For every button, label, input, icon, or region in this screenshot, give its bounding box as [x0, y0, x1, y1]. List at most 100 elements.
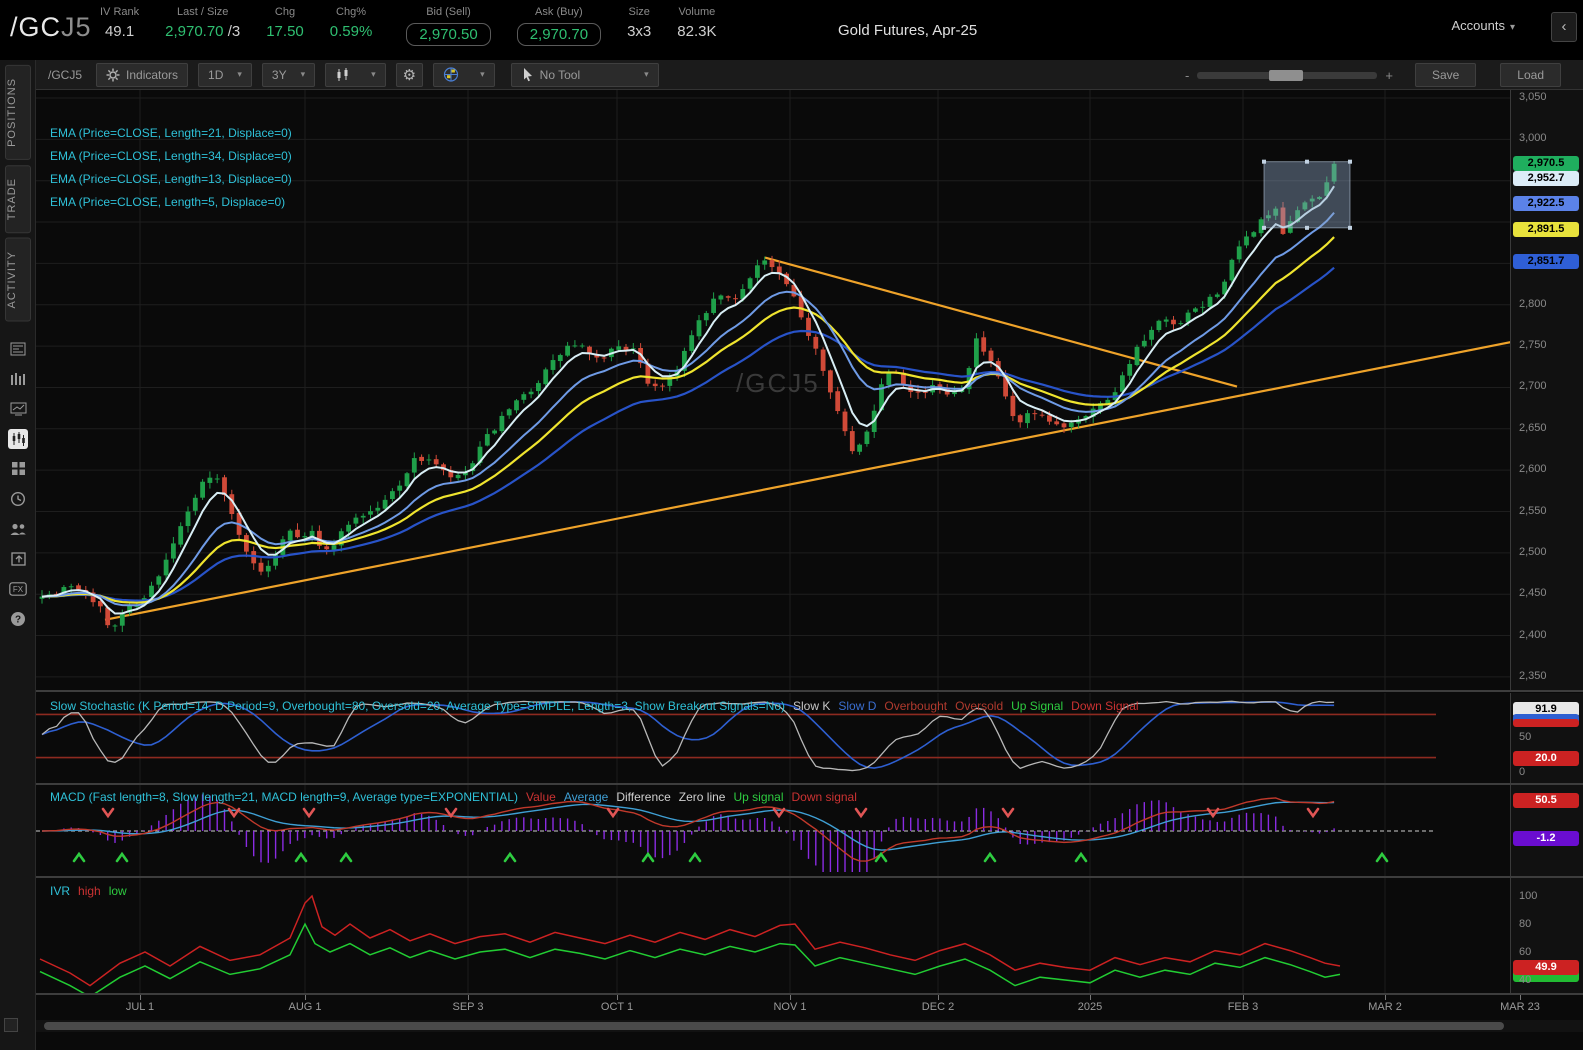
time-axis-label: SEP 3 — [452, 1001, 484, 1013]
price-tick: 3,000 — [1519, 132, 1547, 145]
collapse-panel-button[interactable]: ‹ — [1551, 12, 1577, 42]
field-value: 0.59% — [329, 23, 373, 40]
chevron-down-icon: ▾ — [644, 69, 649, 79]
calendar-icon[interactable] — [0, 544, 36, 574]
time-tick — [617, 995, 618, 1000]
field-label: IV Rank — [100, 6, 140, 18]
watchlist-icon[interactable] — [0, 364, 36, 394]
chevron-down-icon: ▾ — [371, 69, 376, 79]
field-value[interactable]: 2,970.50 — [406, 23, 491, 46]
price-tick: 2,400 — [1519, 628, 1547, 641]
time-axis-label: MAR 23 — [1500, 1001, 1540, 1013]
monitor-icon[interactable] — [0, 394, 36, 424]
horizontal-scrollbar[interactable] — [36, 1020, 1583, 1032]
overbought-badge — [1513, 719, 1579, 727]
scrollbar-corner-button[interactable] — [4, 1018, 18, 1032]
chart-area: /GCJ5 Indicators 1D ▾ 3Y ▾ ▾ ⚙ ▾ No Tool ▾… — [4, 60, 1583, 1050]
legend-item: Difference — [616, 790, 671, 804]
legend-item: high — [78, 884, 101, 898]
scrollbar-handle[interactable] — [44, 1022, 1504, 1030]
quote-field-ask-buy-: Ask (Buy) 2,970.70 — [516, 6, 602, 46]
field-label: Chg% — [336, 6, 367, 18]
price-tick: 2,600 — [1519, 463, 1547, 476]
chevron-down-icon: ▾ — [300, 69, 306, 79]
field-label: Bid (Sell) — [426, 6, 471, 18]
stochastic-axis: 91.9 50 20.0 0 — [1510, 693, 1583, 783]
ivr-tick-60: 60 — [1519, 946, 1532, 958]
quote-field-volume: Volume 82.3K — [677, 6, 716, 40]
news-icon[interactable] — [0, 334, 36, 364]
ivr-pane[interactable]: IVR high low — [36, 878, 1510, 993]
toolbar-symbol: /GCJ5 — [48, 67, 83, 82]
quote-field-iv-rank: IV Rank 49.1 — [100, 6, 139, 40]
zoom-in-button[interactable]: + — [1377, 68, 1401, 83]
chart-settings-button[interactable]: ⚙ — [395, 62, 424, 87]
ivr-tick-80: 80 — [1519, 918, 1532, 930]
indicators-button[interactable]: Indicators — [96, 62, 189, 87]
time-axis-label: DEC 2 — [921, 1001, 955, 1013]
time-axis-label: JUL 1 — [125, 1001, 155, 1013]
chart-type-dropdown[interactable]: ▾ — [325, 62, 386, 87]
help-icon[interactable]: ? — [0, 604, 36, 634]
tab-activity[interactable]: ACTIVITY — [4, 238, 31, 322]
price-tick: 2,450 — [1519, 587, 1547, 600]
dashboard-icon[interactable] — [0, 454, 36, 484]
community-icon[interactable] — [0, 514, 36, 544]
last-price-badge: 2,970.5 — [1513, 156, 1579, 172]
macd-header: MACD (Fast length=8, Slow length=21, MAC… — [50, 790, 857, 804]
time-tick — [790, 995, 791, 1000]
range-dropdown[interactable]: 3Y ▾ — [261, 62, 316, 87]
zoom-slider-handle[interactable] — [1269, 69, 1304, 81]
accounts-menu[interactable]: Accounts ▾ — [1451, 18, 1515, 33]
main-price-pane[interactable]: /GCJ5 EMA (Price=CLOSE, Length=21, Displ… — [36, 90, 1510, 690]
time-tick — [938, 995, 939, 1000]
stochastic-pane[interactable]: Slow Stochastic (K Period=14, D Period=9… — [36, 693, 1510, 783]
quote-field-bid-sell-: Bid (Sell) 2,970.50 — [406, 6, 491, 46]
fx-icon[interactable]: FX — [0, 574, 36, 604]
time-axis-label: FEB 3 — [1227, 1001, 1259, 1013]
macd-axis: 50.5 -1.2 — [1510, 785, 1583, 876]
price-tick: 3,050 — [1519, 91, 1547, 103]
svg-text:FX: FX — [13, 585, 24, 594]
zoom-slider[interactable] — [1197, 69, 1378, 81]
legend-item: Value — [526, 790, 556, 804]
timeframe-dropdown[interactable]: 1D ▾ — [198, 62, 252, 87]
field-label: Size — [628, 6, 650, 18]
left-sidebar: POSITIONS TRADE ACTIVITY FX ? — [0, 60, 36, 1050]
quote-field-chg: Chg 17.50 — [266, 6, 304, 40]
price-tick: 2,500 — [1519, 545, 1547, 558]
legend-item: Zero line — [678, 790, 726, 804]
save-button[interactable]: Save — [1414, 63, 1477, 87]
chart-active-icon[interactable] — [0, 424, 36, 454]
macd-pane[interactable]: MACD (Fast length=8, Slow length=21, MAC… — [36, 785, 1510, 876]
time-tick — [1243, 995, 1244, 1000]
field-label: Last / Size — [177, 6, 229, 18]
legend-item: Average — [563, 790, 609, 804]
chart-toolbar: /GCJ5 Indicators 1D ▾ 3Y ▾ ▾ ⚙ ▾ No Tool ▾… — [36, 60, 1583, 90]
indicators-gear-icon — [106, 68, 120, 82]
oversold-badge: 20.0 — [1513, 751, 1579, 766]
tab-trade[interactable]: TRADE — [4, 164, 31, 234]
stoch-mid-tick: 50 — [1519, 731, 1532, 743]
ema21-price-badge: 2,891.5 — [1513, 221, 1579, 237]
time-axis-label: NOV 1 — [773, 1001, 807, 1013]
legend-item: Oversold — [955, 699, 1004, 713]
macd-value-badge: 50.5 — [1513, 793, 1579, 808]
quote-field-last-size: Last / Size 2,970.70 /3 — [165, 6, 240, 40]
ema5-price-badge: 2,952.7 — [1513, 170, 1579, 186]
zoom-out-button[interactable]: - — [1177, 68, 1197, 83]
load-button[interactable]: Load — [1500, 63, 1561, 87]
macd-diff-badge: -1.2 — [1513, 831, 1579, 846]
pattern-tool-dropdown[interactable]: ▾ — [433, 62, 495, 87]
history-icon[interactable] — [0, 484, 36, 514]
time-tick — [1520, 995, 1521, 1000]
tab-positions[interactable]: POSITIONS — [4, 65, 31, 160]
ema34-price-badge: 2,851.7 — [1513, 254, 1579, 270]
field-value: 2,970.70 /3 — [165, 23, 241, 40]
drawing-tool-dropdown[interactable]: No Tool ▾ — [510, 62, 659, 87]
stochastic-header: Slow Stochastic (K Period=14, D Period=9… — [50, 699, 1139, 713]
field-value[interactable]: 2,970.70 — [516, 23, 602, 46]
ivr-tick-100: 100 — [1519, 890, 1538, 902]
chevron-down-icon: ▾ — [480, 69, 485, 79]
chevron-down-icon: ▾ — [1509, 22, 1515, 33]
